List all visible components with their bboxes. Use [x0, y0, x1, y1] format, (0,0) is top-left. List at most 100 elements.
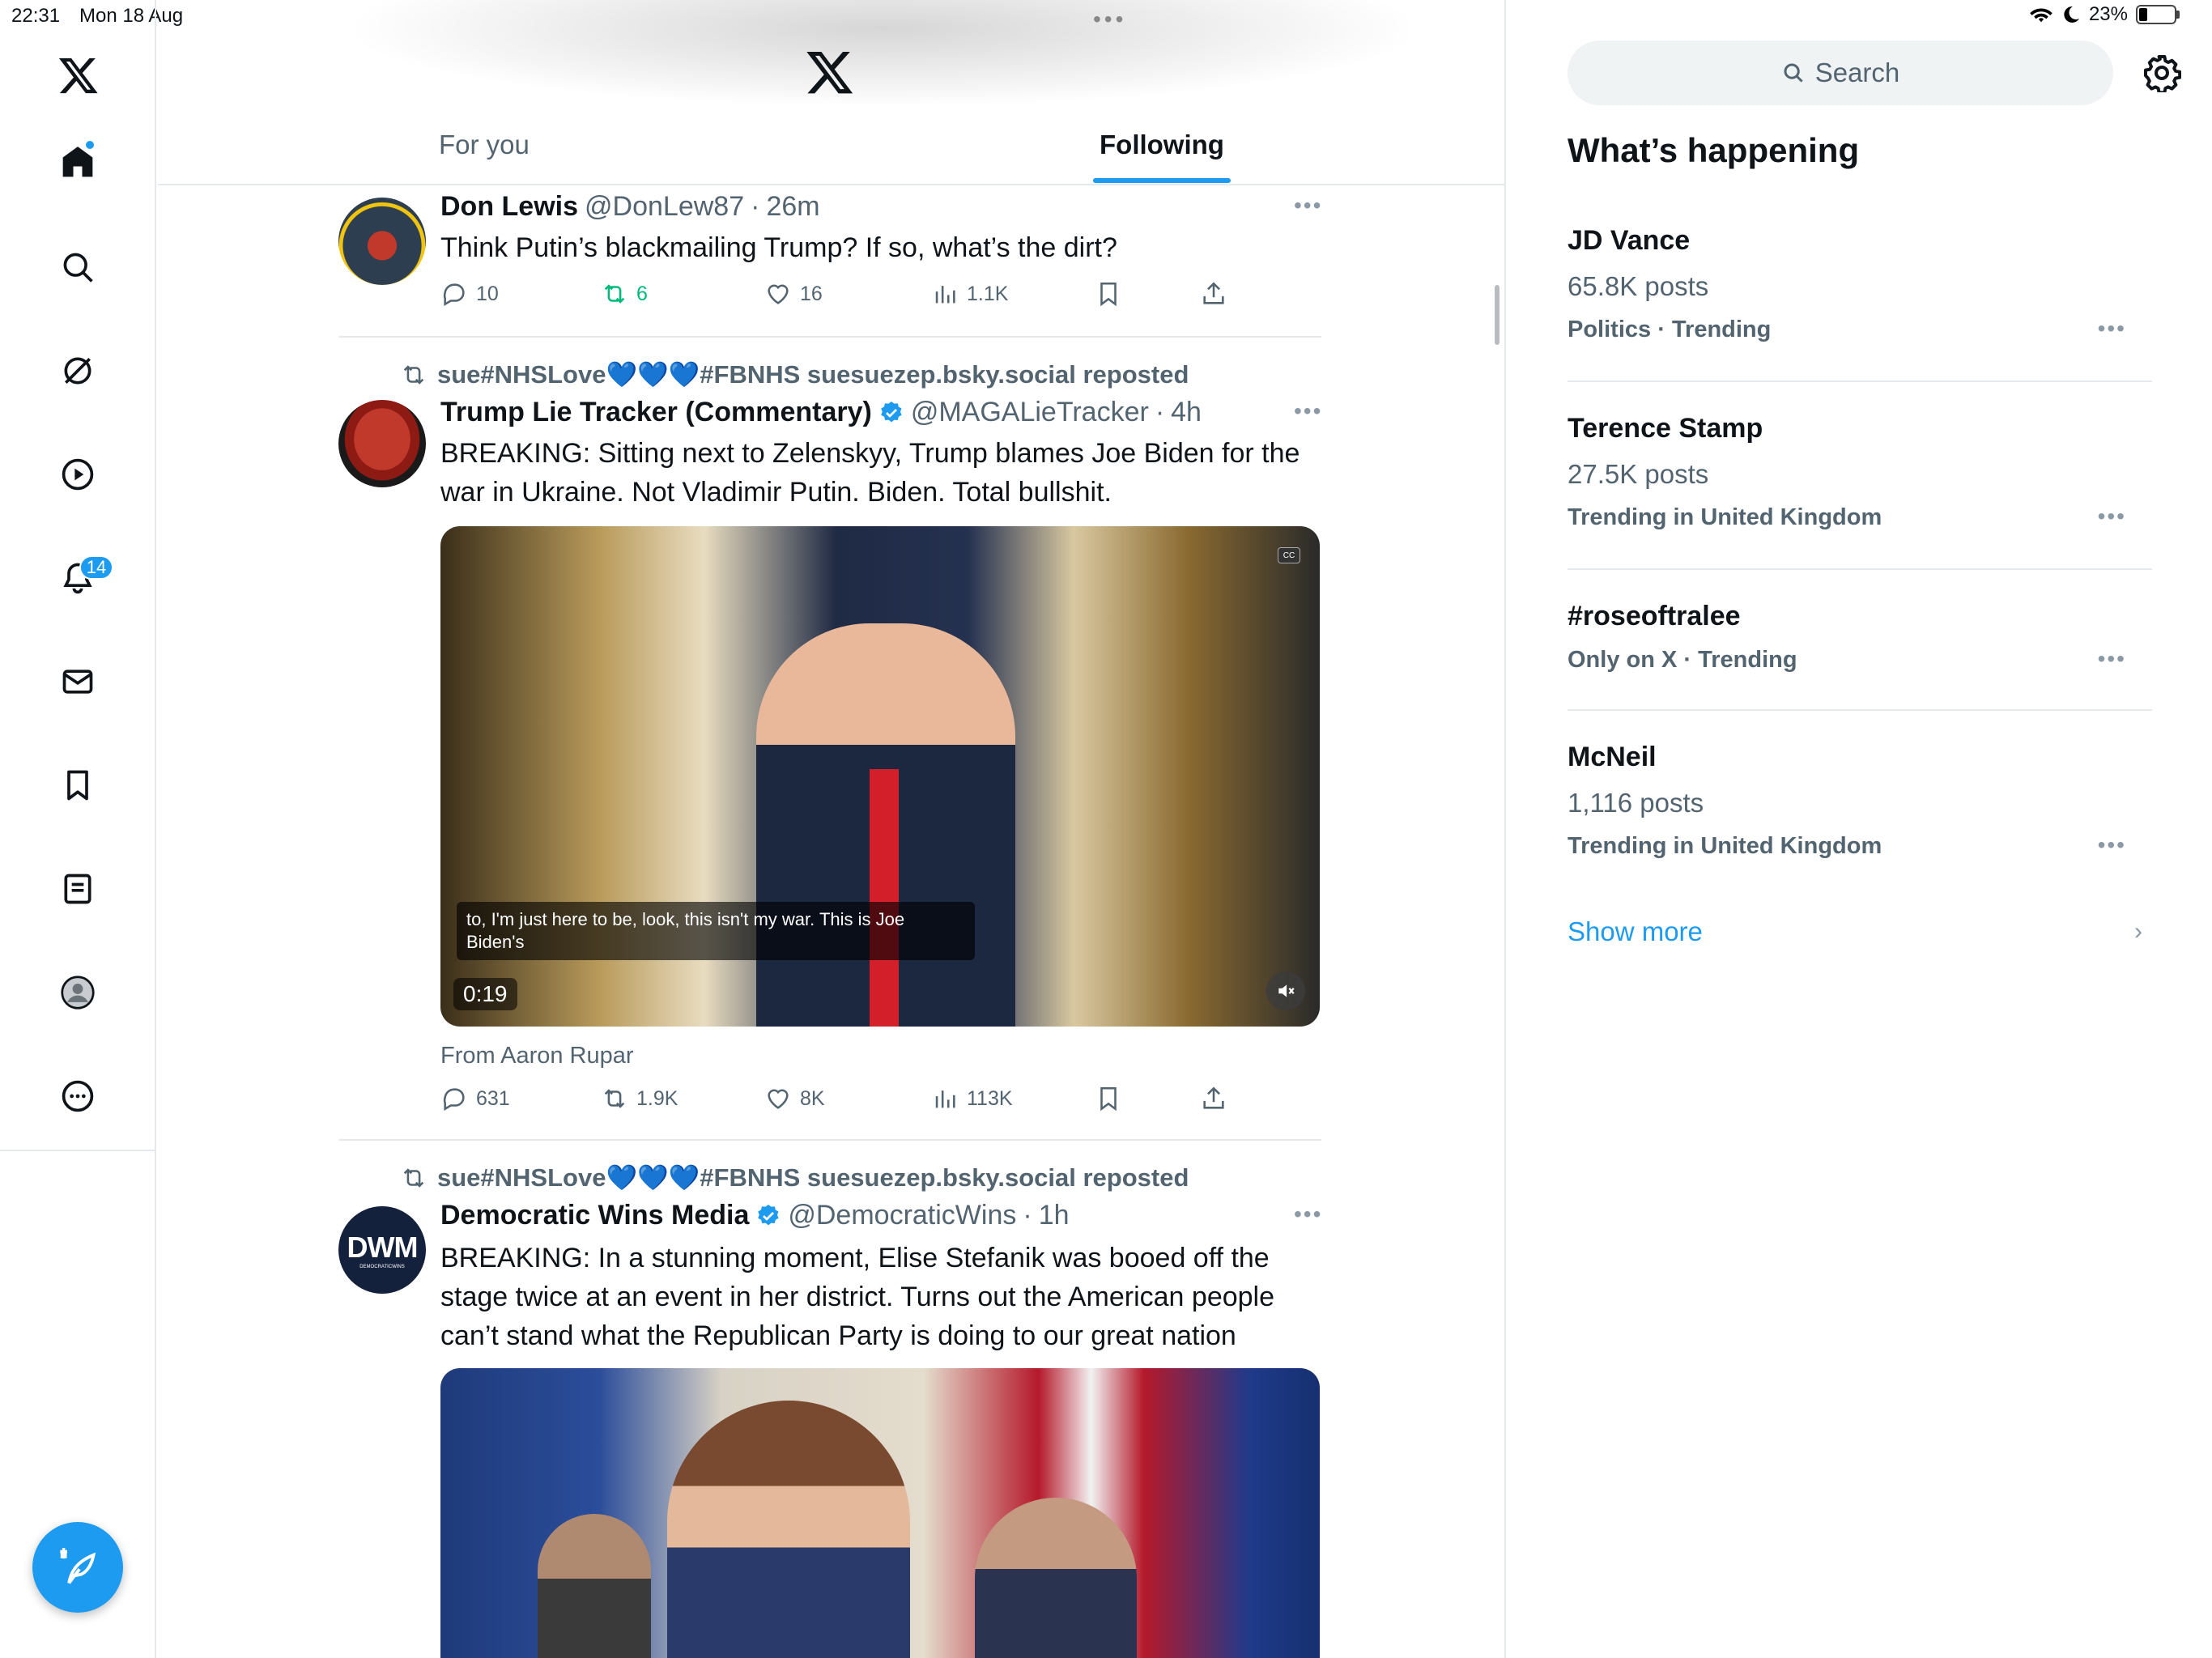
tweet-time[interactable]: 4h: [1171, 397, 1202, 428]
mute-icon[interactable]: [1266, 971, 1305, 1010]
trend-more-icon[interactable]: •••: [2098, 504, 2126, 529]
repost-button[interactable]: 6: [601, 280, 648, 308]
repost-context[interactable]: sue#NHSLove💙💙💙#FBNHS suesuezep.bsky.soci…: [400, 359, 1189, 389]
tweet-more-icon[interactable]: •••: [1294, 1201, 1322, 1227]
trend-item[interactable]: JD Vance 65.8K posts Politics · Trending…: [1568, 225, 2150, 343]
video-caption: to, I'm just here to be, look, this isn'…: [457, 902, 975, 960]
bookmark-icon: [1100, 1086, 1117, 1112]
bookmark-button[interactable]: [1095, 1085, 1122, 1112]
header-divider: [158, 184, 1505, 185]
trend-item[interactable]: Terence Stamp 27.5K posts Trending in Un…: [1568, 413, 2150, 531]
tab-for-you[interactable]: For you: [439, 130, 530, 160]
tweet-time[interactable]: 26m: [766, 191, 819, 223]
like-button[interactable]: 8K: [764, 1085, 825, 1112]
avatar[interactable]: [338, 400, 426, 487]
reply-count: 10: [476, 282, 499, 305]
trend-item[interactable]: #roseoftralee Only on X · Trending •••: [1568, 601, 2150, 674]
tweet-more-icon[interactable]: •••: [1294, 398, 1322, 424]
trend-name: Terence Stamp: [1568, 413, 1763, 444]
reply-button[interactable]: 631: [440, 1085, 510, 1112]
author-handle[interactable]: @DonLew87: [585, 191, 744, 223]
avatar[interactable]: DWM DEMOCRATICWINS: [338, 1206, 426, 1294]
status-right: 23%: [2029, 3, 2180, 26]
compose-feather-icon: [60, 1548, 96, 1584]
views-icon: [935, 286, 955, 304]
tweet-text: BREAKING: Sitting next to Zelenskyy, Tru…: [440, 438, 1300, 508]
author-name[interactable]: Don Lewis: [440, 191, 578, 223]
cc-icon[interactable]: CC: [1278, 547, 1300, 563]
video-source[interactable]: From Aaron Rupar: [440, 1043, 634, 1069]
video-player[interactable]: CC to, I'm just here to be, look, this i…: [440, 526, 1320, 1027]
whats-happening-title: What’s happening: [1568, 131, 1860, 169]
feed-scrollbar[interactable]: [1495, 285, 1499, 345]
share-button[interactable]: [1200, 1085, 1227, 1112]
tab-following[interactable]: Following: [1100, 130, 1224, 160]
trend-item[interactable]: McNeil 1,116 posts Trending in United Ki…: [1568, 742, 2150, 860]
reply-button[interactable]: 10: [440, 280, 499, 308]
verified-badge-icon: [758, 1204, 779, 1225]
author-name[interactable]: Democratic Wins Media: [440, 1200, 749, 1231]
author-handle[interactable]: @MAGALieTracker: [911, 397, 1149, 428]
author-name[interactable]: Trump Lie Tracker (Commentary): [440, 397, 872, 428]
multitask-dots[interactable]: •••: [1093, 6, 1126, 32]
gear-icon[interactable]: [2142, 53, 2181, 92]
tweet-header: Democratic Wins Media @DemocraticWins · …: [440, 1200, 1070, 1231]
repost-hearts: 💙💙💙: [606, 1163, 700, 1192]
reply-icon: [443, 1088, 465, 1112]
grok-icon[interactable]: [58, 351, 97, 390]
x-logo-icon[interactable]: [805, 47, 855, 97]
show-more-link[interactable]: Show more: [1568, 916, 1703, 947]
reply-count: 631: [476, 1086, 510, 1110]
search-input[interactable]: Search: [1568, 40, 2113, 105]
home-unread-dot: [84, 139, 96, 151]
lists-icon[interactable]: [58, 869, 97, 908]
trend-more-icon[interactable]: •••: [2098, 646, 2126, 672]
search-icon[interactable]: [58, 248, 97, 287]
video-icon[interactable]: [58, 455, 97, 494]
author-handle[interactable]: @DemocraticWins: [788, 1200, 1016, 1231]
views-button[interactable]: 113K: [931, 1085, 1013, 1112]
trend-name: JD Vance: [1568, 225, 1691, 256]
share-button[interactable]: [1200, 280, 1227, 308]
tab-active-indicator: [1093, 178, 1231, 183]
bookmarks-icon[interactable]: [58, 766, 97, 805]
trend-divider: [1568, 568, 2152, 570]
more-icon[interactable]: [58, 1077, 97, 1116]
video-person-left: [538, 1514, 651, 1658]
video-subject: [667, 1401, 910, 1658]
tweet-header: Trump Lie Tracker (Commentary) @MAGALieT…: [440, 397, 1202, 428]
trend-count: 1,116 posts: [1568, 788, 1704, 818]
tweet-actions: 10 6 16 1.1K: [440, 280, 1250, 316]
bookmark-button[interactable]: [1095, 280, 1122, 308]
like-button[interactable]: 16: [764, 280, 823, 308]
repost-icon: [403, 364, 424, 385]
repost-button[interactable]: 1.9K: [601, 1085, 678, 1112]
tweet-divider: [338, 336, 1321, 338]
chevron-right-icon[interactable]: ›: [2134, 918, 2142, 946]
avatar[interactable]: [338, 198, 426, 285]
trend-name: #roseoftralee: [1568, 601, 1741, 631]
repost-count: 6: [636, 282, 648, 305]
profile-avatar-icon[interactable]: [58, 973, 97, 1012]
trend-divider: [1568, 709, 2152, 711]
nav-divider: [0, 1150, 156, 1151]
views-button[interactable]: 1.1K: [931, 280, 1008, 308]
tweet-time[interactable]: 1h: [1039, 1200, 1070, 1231]
trend-meta: Trending in United Kingdom: [1568, 833, 1882, 859]
trend-name: McNeil: [1568, 742, 1657, 772]
verified-badge-icon: [881, 401, 902, 422]
tweet-more-icon[interactable]: •••: [1294, 193, 1322, 219]
compose-button[interactable]: [32, 1522, 123, 1613]
messages-icon[interactable]: [58, 662, 97, 701]
repost-user: sue#NHSLove: [437, 360, 606, 389]
repost-context[interactable]: sue#NHSLove💙💙💙#FBNHS suesuezep.bsky.soci…: [400, 1163, 1189, 1192]
battery-icon: [2136, 5, 2176, 24]
video-player[interactable]: [440, 1368, 1320, 1658]
trend-more-icon[interactable]: •••: [2098, 832, 2126, 858]
wifi-icon: [2030, 8, 2052, 23]
search-icon: [1784, 63, 1803, 83]
bookmark-icon: [1100, 282, 1117, 307]
x-logo-icon[interactable]: [57, 53, 100, 97]
trend-more-icon[interactable]: •••: [2098, 316, 2126, 342]
battery-percent: 23%: [2088, 3, 2128, 25]
